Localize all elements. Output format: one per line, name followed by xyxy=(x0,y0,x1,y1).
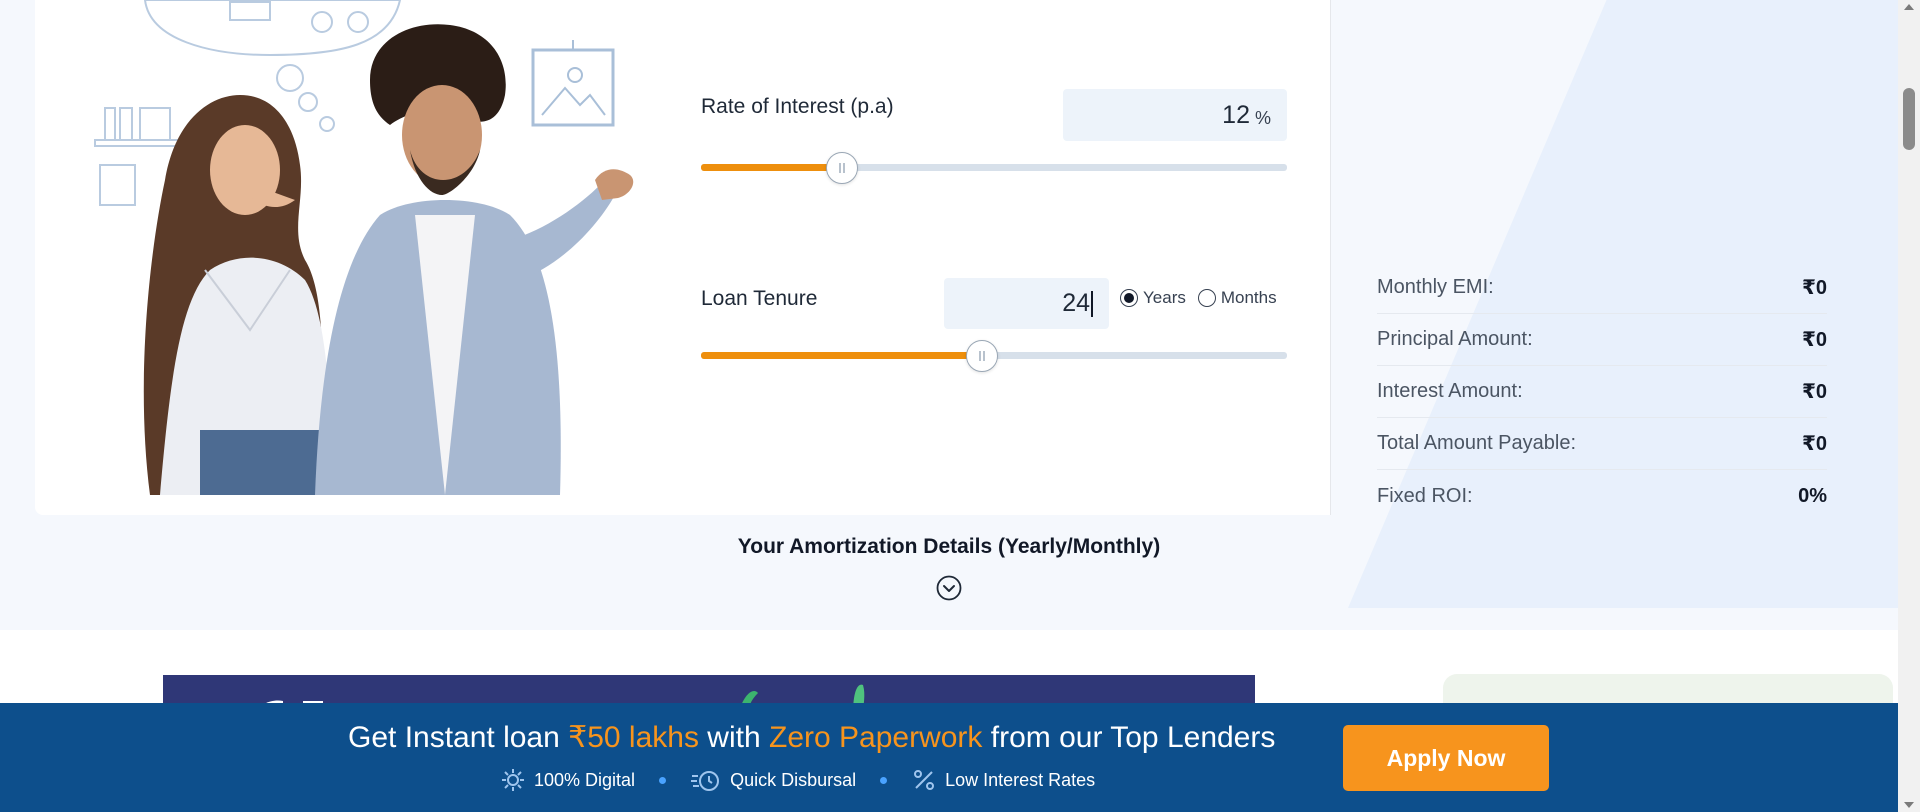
text-cursor xyxy=(1091,290,1093,317)
card-divider xyxy=(1330,0,1331,515)
feature-label: 100% Digital xyxy=(534,769,636,790)
scroll-down-arrow-icon[interactable] xyxy=(1904,802,1914,808)
summary-row-principal: Principal Amount: ₹0 xyxy=(1377,314,1827,366)
page-scrollbar[interactable] xyxy=(1898,0,1920,812)
feature-low-interest: Low Interest Rates xyxy=(911,767,1095,793)
summary-value: 0% xyxy=(1798,484,1827,507)
digital-icon xyxy=(502,769,524,791)
rate-unit: % xyxy=(1254,107,1271,128)
summary-value: ₹0 xyxy=(1801,277,1827,299)
scroll-up-arrow-icon[interactable] xyxy=(1904,4,1914,10)
quick-disbursal-icon xyxy=(691,771,720,791)
radio-months-label: Months xyxy=(1220,288,1277,307)
summary-value: ₹0 xyxy=(1801,433,1827,455)
feature-label: Low Interest Rates xyxy=(945,769,1096,790)
apply-now-button[interactable]: Apply Now xyxy=(1343,725,1549,791)
rate-of-interest-label: Rate of Interest (p.a) xyxy=(701,95,894,118)
feature-label: Quick Disbursal xyxy=(730,769,857,790)
radio-years[interactable]: Years xyxy=(1120,288,1186,308)
tenure-slider-fill xyxy=(701,352,982,359)
tenure-slider[interactable] xyxy=(701,340,1287,372)
headline-text: Get Instant loan xyxy=(348,721,569,754)
loan-tenure-input[interactable]: 24 xyxy=(944,278,1109,329)
tenure-slider-handle[interactable] xyxy=(966,340,998,372)
radio-months-indicator[interactable] xyxy=(1197,289,1216,307)
summary-label: Total Amount Payable: xyxy=(1377,432,1577,454)
summary-value: ₹0 xyxy=(1801,329,1827,351)
summary-value: ₹0 xyxy=(1801,381,1827,403)
offer-headline: Get Instant loan ₹50 lakhs with Zero Pap… xyxy=(348,720,1275,755)
summary-label: Monthly EMI: xyxy=(1377,276,1494,298)
feature-quick-disbursal: Quick Disbursal xyxy=(690,767,856,793)
feature-digital: 100% Digital xyxy=(500,767,635,793)
summary-row-interest: Interest Amount: ₹0 xyxy=(1377,366,1827,418)
loan-tenure-label: Loan Tenure xyxy=(701,287,818,310)
rate-value: 12 xyxy=(1222,100,1250,129)
sticky-offer-bar: Get Instant loan ₹50 lakhs with Zero Pap… xyxy=(0,703,1898,812)
chevron-down-circle-icon[interactable] xyxy=(936,575,962,601)
summary-label: Principal Amount: xyxy=(1377,328,1533,350)
summary-row-total-payable: Total Amount Payable: ₹0 xyxy=(1377,418,1827,470)
emi-summary: Monthly EMI: ₹0 Principal Amount: ₹0 Int… xyxy=(1377,262,1827,522)
summary-row-monthly-emi: Monthly EMI: ₹0 xyxy=(1377,262,1827,314)
feature-list: 100% Digital Quick Disbursal Low Interes… xyxy=(500,767,1095,793)
amortization-toggle-title[interactable]: Your Amortization Details (Yearly/Monthl… xyxy=(0,535,1898,559)
tenure-value: 24 xyxy=(1062,289,1090,317)
hero-illustration xyxy=(94,0,634,495)
summary-row-fixed-roi: Fixed ROI: 0% xyxy=(1377,470,1827,522)
separator-dot xyxy=(880,776,888,784)
headline-highlight-amount: ₹50 lakhs xyxy=(568,721,699,754)
radio-months[interactable]: Months xyxy=(1197,288,1277,308)
rate-of-interest-input[interactable]: 12 % xyxy=(1063,89,1287,141)
radio-years-indicator[interactable] xyxy=(1120,289,1138,307)
scrollbar-thumb[interactable] xyxy=(1903,88,1915,150)
summary-label: Interest Amount: xyxy=(1377,380,1523,402)
tenure-unit-selector: Years Months xyxy=(1120,288,1289,308)
radio-years-label: Years xyxy=(1143,288,1186,307)
headline-text: with xyxy=(698,721,769,754)
rate-slider-handle[interactable] xyxy=(826,152,858,184)
separator-dot xyxy=(659,776,667,784)
rate-slider-fill xyxy=(701,164,842,171)
headline-highlight-paperwork: Zero Paperwork xyxy=(769,721,983,754)
headline-text: from our Top Lenders xyxy=(982,721,1276,754)
summary-label: Fixed ROI: xyxy=(1377,484,1473,507)
percent-icon xyxy=(914,770,935,790)
rate-slider[interactable] xyxy=(701,152,1287,184)
